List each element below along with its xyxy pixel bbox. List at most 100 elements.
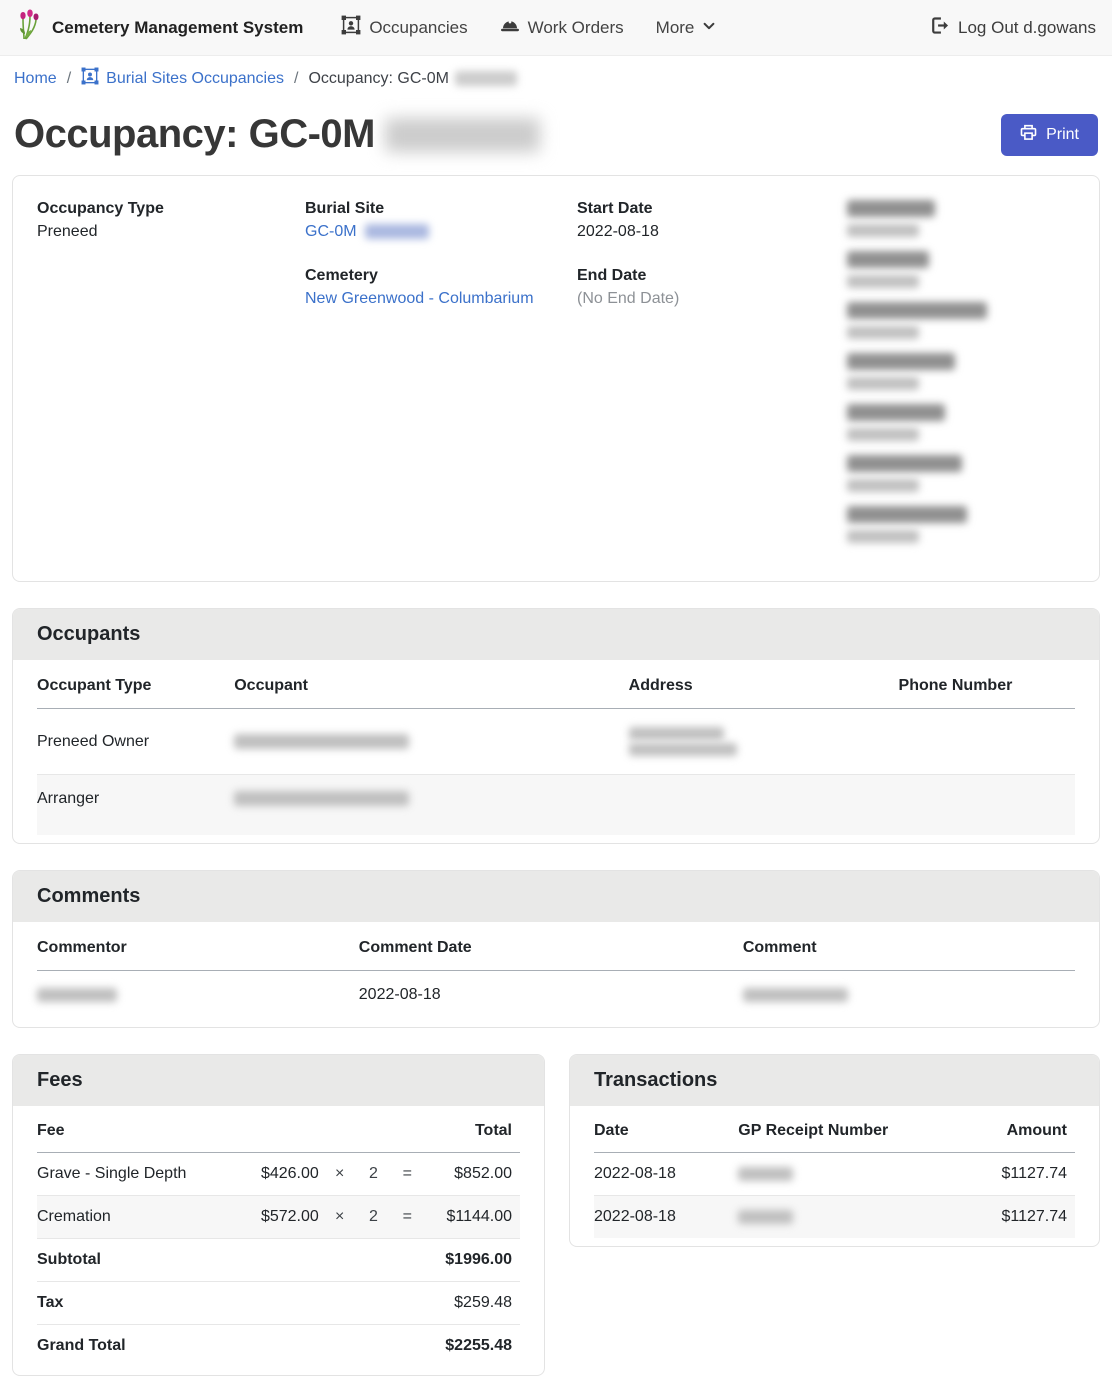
burial-site-link[interactable]: GC-0M: [305, 223, 357, 240]
cemetery-field: Cemetery New Greenwood - Columbarium: [305, 267, 577, 308]
brand-title: Cemetery Management System: [52, 18, 303, 38]
comments-card: Comments Commentor Comment Date Comment: [12, 870, 1100, 1028]
fee-name-cell: Cremation: [37, 1196, 250, 1239]
occupants-card: Occupants Occupant Type Occupant Address…: [12, 608, 1100, 844]
occupancy-type-value: Preneed: [37, 223, 305, 241]
redacted-field: [847, 200, 1075, 237]
comments-header-row: Commentor Comment Date Comment: [37, 922, 1075, 971]
fee-row: Cremation $572.00 × 2 = $1144.00: [37, 1196, 520, 1239]
nav-more[interactable]: More: [644, 10, 729, 46]
transaction-date-cell: 2022-08-18: [594, 1196, 738, 1239]
occupant-type-cell: Arranger: [37, 775, 234, 824]
breadcrumb: Home / Burial Sites Occupancies / Occupa…: [0, 56, 1112, 100]
tax-value: $259.48: [250, 1282, 520, 1325]
commentor-cell: [37, 971, 359, 1020]
start-date-field: Start Date 2022-08-18: [577, 200, 847, 241]
redacted-value: [847, 428, 919, 441]
transaction-date-cell: 2022-08-18: [594, 1153, 738, 1196]
transaction-receipt-cell: [738, 1153, 935, 1196]
transaction-amount-cell: $1127.74: [936, 1153, 1076, 1196]
multiply-symbol: ×: [327, 1153, 361, 1196]
nav-work-orders-label: Work Orders: [528, 18, 624, 38]
hard-hat-icon: [500, 18, 520, 38]
fee-qty-cell: 2: [361, 1153, 395, 1196]
transactions-header-row: Date GP Receipt Number Amount: [594, 1106, 1075, 1153]
printer-icon: [1020, 124, 1037, 146]
start-date-label: Start Date: [577, 200, 847, 218]
end-date-value: (No End Date): [577, 290, 847, 308]
col-comment: Comment: [743, 922, 1075, 971]
main-content: Occupancy Type Preneed Burial Site GC-0M…: [0, 175, 1112, 1390]
subtotal-label: Subtotal: [37, 1239, 250, 1282]
redacted-label: [847, 302, 987, 319]
redacted-text: [234, 791, 409, 806]
redacted-field: [847, 353, 1075, 390]
tulip-logo-icon: [16, 9, 42, 46]
comment-cell: [743, 971, 1075, 1020]
occupants-table: Occupant Type Occupant Address Phone Num…: [37, 660, 1075, 835]
transaction-receipt-cell: [738, 1196, 935, 1239]
col-fee: Fee: [37, 1106, 250, 1153]
multiply-symbol: ×: [327, 1196, 361, 1239]
redacted-text: [738, 1210, 793, 1224]
print-button-label: Print: [1046, 126, 1079, 144]
logout-label: Log Out d.gowans: [958, 18, 1096, 38]
navbar: Cemetery Management System Occupancies: [0, 0, 1112, 56]
redacted-value: [847, 377, 919, 390]
end-date-field: End Date (No End Date): [577, 267, 847, 308]
transactions-card: Transactions Date GP Receipt Number Amou…: [569, 1054, 1100, 1247]
nav-more-label: More: [656, 18, 695, 38]
brand-link[interactable]: Cemetery Management System: [16, 9, 303, 46]
col-comment-date: Comment Date: [359, 922, 743, 971]
fees-title: Fees: [13, 1055, 544, 1106]
fee-row: Grave - Single Depth $426.00 × 2 = $852.…: [37, 1153, 520, 1196]
col-gp-receipt-number: GP Receipt Number: [738, 1106, 935, 1153]
nav-occupancies[interactable]: Occupancies: [329, 7, 479, 48]
fees-grand-total-row: Grand Total $2255.48: [37, 1325, 520, 1368]
redacted-field: [847, 506, 1075, 543]
redacted-label: [847, 353, 955, 370]
page-header: Occupancy: GC-0M Print: [0, 100, 1112, 175]
redacted-value: [847, 275, 919, 288]
breadcrumb-current-label: Occupancy: GC-0M: [308, 70, 448, 88]
fees-subtotal-row: Subtotal $1996.00: [37, 1239, 520, 1282]
occupant-name-cell: [234, 709, 628, 775]
logout-icon: [930, 16, 949, 40]
comment-row: 2022-08-18: [37, 971, 1075, 1020]
subtotal-value: $1996.00: [250, 1239, 520, 1282]
breadcrumb-burial-sites-occupancies[interactable]: Burial Sites Occupancies: [81, 67, 284, 90]
redacted-value: [847, 479, 919, 492]
nav-work-orders[interactable]: Work Orders: [488, 10, 636, 46]
redacted-field: [847, 455, 1075, 492]
end-date-label: End Date: [577, 267, 847, 285]
cemetery-link[interactable]: New Greenwood - Columbarium: [305, 290, 534, 307]
logout-link[interactable]: Log Out d.gowans: [930, 16, 1096, 40]
occupants-title: Occupants: [13, 609, 1099, 660]
redacted-value: [847, 224, 919, 237]
print-button[interactable]: Print: [1001, 114, 1098, 156]
breadcrumb-separator: /: [67, 70, 71, 88]
redacted-text: [629, 743, 737, 756]
transactions-title: Transactions: [570, 1055, 1099, 1106]
fees-header-row: Fee Total: [37, 1106, 520, 1153]
redacted-text: [629, 727, 724, 740]
grand-total-label: Grand Total: [37, 1325, 250, 1368]
col-phone-number: Phone Number: [899, 660, 1075, 709]
redacted-text: [455, 71, 517, 86]
redacted-value: [847, 326, 919, 339]
redacted-value: [847, 530, 919, 543]
comments-table: Commentor Comment Date Comment 2022-08-1…: [37, 922, 1075, 1019]
transaction-amount-cell: $1127.74: [936, 1196, 1076, 1239]
cemetery-label: Cemetery: [305, 267, 577, 285]
occupant-row: Arranger: [37, 775, 1075, 824]
occupant-address-cell: [629, 775, 899, 824]
occupant-row: Preneed Owner: [37, 709, 1075, 775]
portrait-frame-icon: [341, 15, 361, 40]
redacted-text: [743, 988, 848, 1002]
redacted-text: [385, 118, 540, 152]
col-total: Total: [428, 1106, 520, 1153]
grand-total-value: $2255.48: [250, 1325, 520, 1368]
nav-occupancies-label: Occupancies: [369, 18, 467, 38]
fee-unit-price-cell: $572.00: [250, 1196, 327, 1239]
breadcrumb-home[interactable]: Home: [14, 70, 57, 88]
